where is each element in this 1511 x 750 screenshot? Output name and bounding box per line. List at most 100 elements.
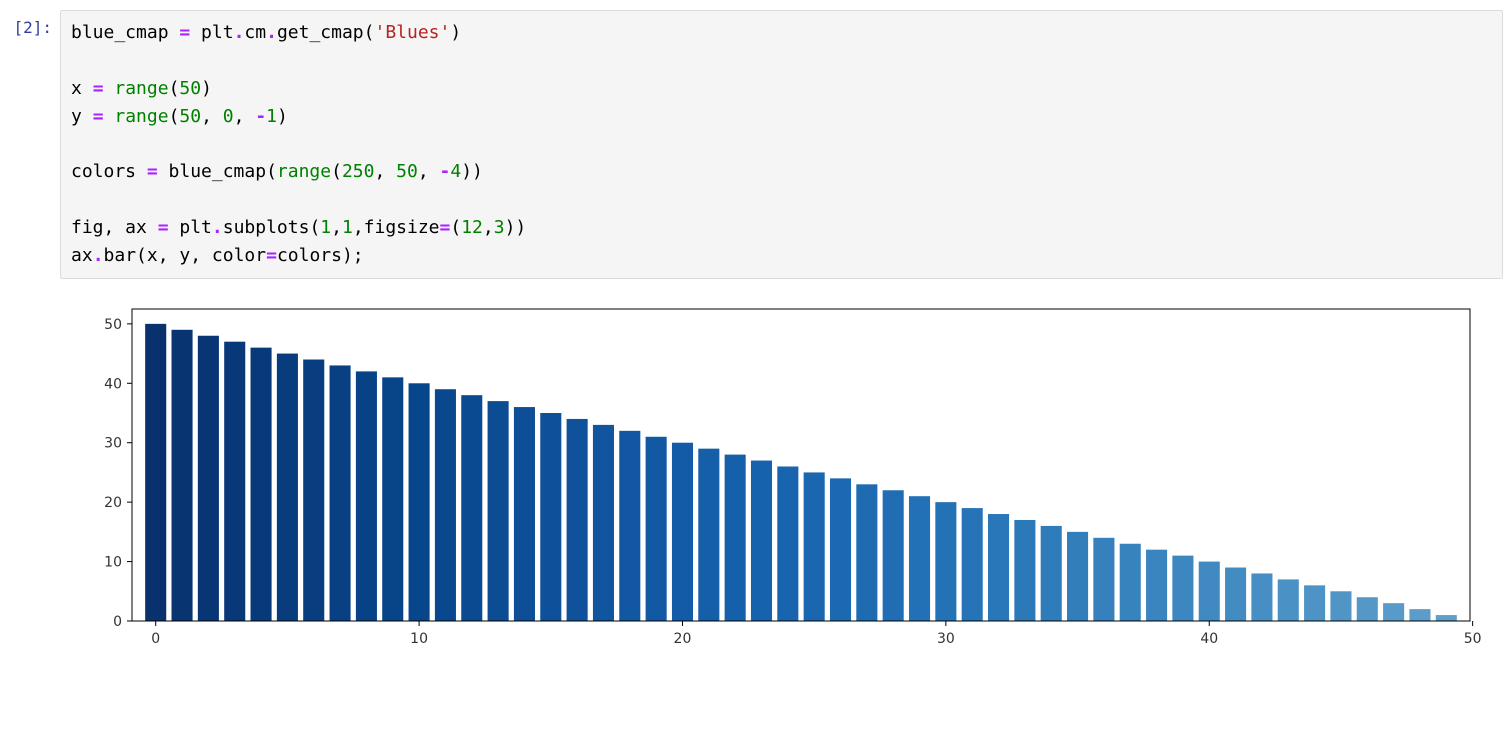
bar (988, 514, 1009, 621)
code-token: ( (331, 161, 342, 182)
code-token: get_cmap( (277, 22, 375, 43)
ytick-label: 0 (113, 614, 122, 630)
bar (856, 484, 877, 621)
code-token: 0 (223, 106, 234, 127)
code-token: 3 (494, 217, 505, 238)
xtick-label: 20 (674, 631, 692, 647)
bar (224, 342, 245, 621)
bar (751, 461, 772, 621)
bar (1014, 520, 1035, 621)
bar (962, 508, 983, 621)
bar (777, 467, 798, 622)
bar (672, 443, 693, 621)
code-token: , (201, 106, 223, 127)
bar (409, 383, 430, 621)
code-token: ( (169, 78, 180, 99)
code-token: ( (169, 106, 180, 127)
input-prompt: [2]: (0, 10, 60, 37)
bar (145, 324, 166, 621)
bar (356, 371, 377, 621)
code-token: 50 (179, 78, 201, 99)
code-token: 1 (266, 106, 277, 127)
code-cell: [2]: blue_cmap = plt.cm.get_cmap('Blues'… (0, 0, 1511, 279)
bar (1409, 609, 1430, 621)
bar (1120, 544, 1141, 621)
code-token: 4 (450, 161, 461, 182)
bar (1436, 615, 1457, 621)
bar (646, 437, 667, 621)
code-token: ) (277, 106, 288, 127)
prompt-num: 2 (23, 18, 33, 37)
bar (1278, 579, 1299, 621)
code-token: ,figsize (353, 217, 440, 238)
bar (619, 431, 640, 621)
code-token: ax (71, 245, 93, 266)
bar (540, 413, 561, 621)
code-token: - (440, 161, 451, 182)
bar (435, 389, 456, 621)
prompt-close: ]: (33, 18, 52, 37)
xtick-label: 50 (1464, 631, 1482, 647)
code-token: 50 (396, 161, 418, 182)
bar (935, 502, 956, 621)
code-token: )) (461, 161, 483, 182)
bar (698, 449, 719, 621)
code-token (104, 106, 115, 127)
code-token: 1 (320, 217, 331, 238)
bar (251, 348, 272, 621)
bar (514, 407, 535, 621)
bar (277, 354, 298, 621)
bar (382, 377, 403, 621)
xtick-label: 0 (151, 631, 160, 647)
code-token: = (266, 245, 277, 266)
bar (1330, 591, 1351, 621)
bar (303, 360, 324, 621)
xtick-label: 30 (937, 631, 955, 647)
bar (1146, 550, 1167, 621)
ytick-label: 10 (104, 555, 122, 571)
prompt-open: [ (13, 18, 23, 37)
code-token: x (71, 78, 93, 99)
code-token: ) (201, 78, 212, 99)
bar (1067, 532, 1088, 621)
bar (461, 395, 482, 621)
code-token: y (71, 106, 93, 127)
code-token: 50 (179, 106, 201, 127)
code-token (104, 78, 115, 99)
code-token: subplots( (223, 217, 321, 238)
code-token: - (255, 106, 266, 127)
ytick-label: 50 (104, 317, 122, 333)
bar (1041, 526, 1062, 621)
code-token: ( (450, 217, 461, 238)
code-token: = (147, 161, 158, 182)
bar (1093, 538, 1114, 621)
ytick-label: 40 (104, 376, 122, 392)
bar (804, 472, 825, 621)
bar (1225, 568, 1246, 621)
bar (593, 425, 614, 621)
code-token: ) (450, 22, 461, 43)
code-token: = (440, 217, 451, 238)
code-token: cm (244, 22, 266, 43)
bar (1357, 597, 1378, 621)
code-token: 'Blues' (375, 22, 451, 43)
bar (883, 490, 904, 621)
bar (725, 455, 746, 621)
code-token: . (234, 22, 245, 43)
bar (1304, 585, 1325, 621)
code-token: fig, ax (71, 217, 158, 238)
code-token: blue_cmap( (158, 161, 277, 182)
bar (1383, 603, 1404, 621)
ytick-label: 20 (104, 495, 122, 511)
code-token: . (212, 217, 223, 238)
code-input[interactable]: blue_cmap = plt.cm.get_cmap('Blues') x =… (60, 10, 1503, 279)
code-token: . (93, 245, 104, 266)
code-token: , (418, 161, 440, 182)
code-token: = (93, 78, 104, 99)
code-token: 250 (342, 161, 375, 182)
output-cell: [ ]: 0 10 20 30 40 50 0 10 20 30 40 50 (0, 279, 1511, 657)
bar (330, 365, 351, 621)
code-token: plt (169, 217, 212, 238)
code-token: range (114, 106, 168, 127)
code-token: colors (71, 161, 147, 182)
